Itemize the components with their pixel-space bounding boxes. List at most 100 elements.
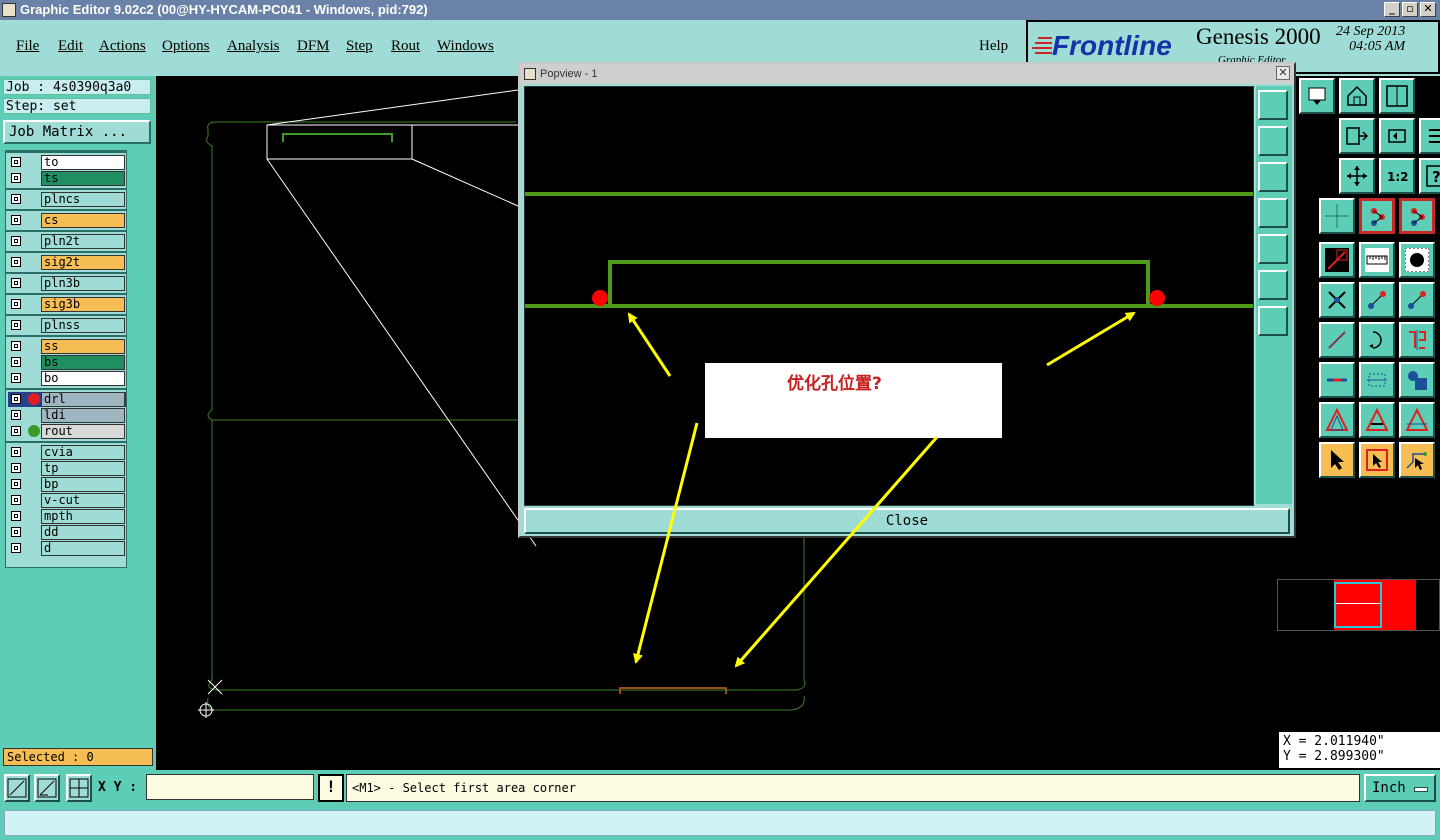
popview-close-button[interactable]: Close: [524, 508, 1290, 534]
checkbox-icon[interactable]: [11, 278, 21, 288]
layer-name[interactable]: v-cut: [41, 493, 125, 508]
layer-row[interactable]: tp: [8, 461, 126, 476]
tool-net-highlight-icon[interactable]: [1359, 198, 1395, 234]
layer-row[interactable]: sig2t: [8, 255, 126, 270]
xy-input[interactable]: [146, 774, 314, 800]
menu-step[interactable]: Step: [346, 38, 373, 55]
layer-name[interactable]: to: [41, 155, 125, 170]
execute-button[interactable]: !: [318, 774, 344, 802]
layer-name[interactable]: cs: [41, 213, 125, 228]
layer-name[interactable]: bo: [41, 371, 125, 386]
tool-route-icon[interactable]: [1359, 282, 1395, 318]
tool-window-icon[interactable]: [1379, 78, 1415, 114]
popview-canvas[interactable]: [524, 86, 1254, 506]
layer-row[interactable]: rout: [8, 424, 126, 439]
layer-row[interactable]: plncs: [8, 192, 126, 207]
popview-pan-up-icon[interactable]: [1258, 126, 1288, 156]
layer-row[interactable]: bs: [8, 355, 126, 370]
tool-help-icon[interactable]: ?: [1419, 158, 1440, 194]
layer-row[interactable]: sig3b: [8, 297, 126, 312]
checkbox-icon[interactable]: [11, 357, 21, 367]
checkbox-icon[interactable]: [11, 157, 21, 167]
layer-name[interactable]: bs: [41, 355, 125, 370]
snap-grid-icon[interactable]: [66, 774, 92, 802]
checkbox-icon[interactable]: [11, 341, 21, 351]
layer-row[interactable]: plnss: [8, 318, 126, 333]
menu-actions[interactable]: Actions: [99, 38, 146, 55]
layer-row[interactable]: dd: [8, 525, 126, 540]
checkbox-icon[interactable]: [11, 479, 21, 489]
layer-name[interactable]: mpth: [41, 509, 125, 524]
menu-rout[interactable]: Rout: [391, 38, 420, 55]
layer-name[interactable]: plncs: [41, 192, 125, 207]
tool-rotate-icon[interactable]: [1359, 322, 1395, 358]
tool-arc-icon[interactable]: [1359, 402, 1395, 438]
layer-name[interactable]: rout: [41, 424, 125, 439]
tool-pan-icon[interactable]: [1339, 118, 1375, 154]
layer-name[interactable]: pln3b: [41, 276, 125, 291]
layer-row[interactable]: ldi: [8, 408, 126, 423]
layer-row[interactable]: bp: [8, 477, 126, 492]
tool-stretch-icon[interactable]: [1359, 362, 1395, 398]
tool-undo-icon[interactable]: [1379, 118, 1415, 154]
menu-options[interactable]: Options: [162, 38, 210, 55]
menu-windows[interactable]: Windows: [437, 38, 494, 55]
checkbox-icon[interactable]: [11, 426, 21, 436]
tool-zoom-out-icon[interactable]: [1299, 78, 1335, 114]
popview-close-icon[interactable]: ✕: [1276, 66, 1290, 80]
checkbox-icon[interactable]: [11, 463, 21, 473]
layer-row[interactable]: to: [8, 155, 126, 170]
menu-analysis[interactable]: Analysis: [227, 38, 280, 55]
checkbox-icon[interactable]: [11, 447, 21, 457]
tool-draw-line-icon[interactable]: [1319, 242, 1355, 278]
menu-file[interactable]: File: [16, 38, 39, 55]
layer-row[interactable]: mpth: [8, 509, 126, 524]
checkbox-icon[interactable]: [11, 410, 21, 420]
layer-row-selected[interactable]: drl: [8, 392, 126, 407]
menu-edit[interactable]: Edit: [58, 38, 83, 55]
layer-name[interactable]: ts: [41, 171, 125, 186]
popview-zoom-fit-icon[interactable]: [1258, 90, 1288, 120]
checkbox-icon[interactable]: [11, 257, 21, 267]
close-window-button[interactable]: ✕: [1420, 2, 1436, 17]
tool-copy-icon[interactable]: [1399, 362, 1435, 398]
tool-slash-icon[interactable]: [1319, 322, 1355, 358]
checkbox-icon[interactable]: [11, 299, 21, 309]
checkbox-icon[interactable]: [11, 320, 21, 330]
checkbox-icon[interactable]: [11, 194, 21, 204]
layer-name[interactable]: plnss: [41, 318, 125, 333]
tool-pad-icon[interactable]: [1399, 242, 1435, 278]
tool-arc-2-icon[interactable]: [1399, 402, 1435, 438]
tool-snap-icon[interactable]: [1419, 118, 1440, 154]
tool-grid-icon[interactable]: [1319, 198, 1355, 234]
tool-select-arrow-icon[interactable]: [1319, 442, 1355, 478]
units-dropdown[interactable]: Inch: [1364, 774, 1436, 802]
layer-name[interactable]: dd: [41, 525, 125, 540]
maximize-button[interactable]: ▫: [1402, 2, 1418, 17]
tool-net-highlight-2-icon[interactable]: [1399, 198, 1435, 234]
layer-row[interactable]: pln3b: [8, 276, 126, 291]
popview-center-icon[interactable]: [1258, 306, 1288, 336]
checkbox-icon[interactable]: [11, 373, 21, 383]
layer-row[interactable]: cvia: [8, 445, 126, 460]
layer-name[interactable]: ss: [41, 339, 125, 354]
popview-zoom-in-icon[interactable]: [1258, 270, 1288, 300]
layer-row[interactable]: cs: [8, 213, 126, 228]
zoom-area-icon[interactable]: [4, 774, 30, 802]
layer-name[interactable]: drl: [41, 392, 125, 407]
minimize-button[interactable]: _: [1384, 2, 1400, 17]
popview-pan-down-icon[interactable]: [1258, 162, 1288, 192]
layer-row[interactable]: bo: [8, 371, 126, 386]
layer-name[interactable]: ldi: [41, 408, 125, 423]
layer-name[interactable]: sig3b: [41, 297, 125, 312]
layer-row[interactable]: d: [8, 541, 126, 556]
measure-icon[interactable]: [34, 774, 60, 802]
checkbox-icon[interactable]: [11, 173, 21, 183]
checkbox-icon[interactable]: [11, 527, 21, 537]
layer-name[interactable]: pln2t: [41, 234, 125, 249]
tool-triangle-icon[interactable]: [1319, 402, 1355, 438]
checkbox-icon[interactable]: [11, 236, 21, 246]
job-matrix-button[interactable]: Job Matrix ...: [3, 120, 151, 144]
layer-name[interactable]: sig2t: [41, 255, 125, 270]
checkbox-icon[interactable]: [11, 511, 21, 521]
